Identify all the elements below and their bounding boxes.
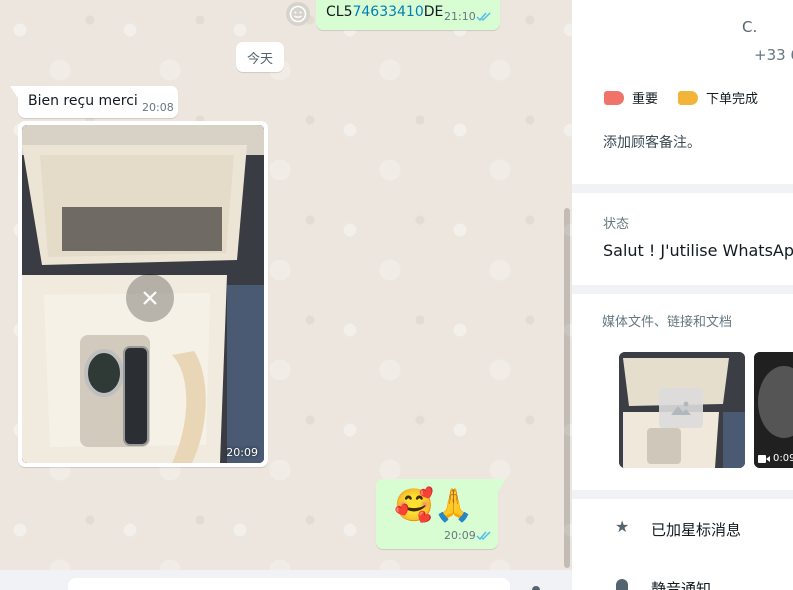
message-time: 21:10	[444, 10, 476, 23]
add-customer-note[interactable]: 添加顾客备注。	[603, 132, 701, 152]
label-text: 重要	[632, 92, 659, 107]
gallery-icon	[659, 388, 703, 428]
double-check-icon	[476, 12, 491, 22]
contact-info-pane: C. +33 6 重要 下单完成 添加顾客备注。 状态 Salut ! J'ut…	[572, 0, 793, 590]
media-section[interactable]: 媒体文件、链接和文档 0:09	[572, 294, 793, 490]
starred-messages-row[interactable]: ★ 已加星标消息	[572, 515, 793, 545]
label-tag-icon	[604, 90, 624, 105]
close-icon	[143, 291, 157, 305]
media-heading: 媒体文件、链接和文档	[602, 315, 733, 330]
label-important[interactable]: 重要	[604, 88, 658, 107]
media-thumbnail[interactable]	[619, 352, 745, 468]
video-badge: 0:09	[758, 453, 793, 464]
message-time: 20:08	[142, 101, 174, 114]
incoming-message[interactable]: Bien reçu merci 20:08	[10, 86, 178, 118]
message-input[interactable]	[68, 578, 510, 590]
incoming-image-message[interactable]: 20:09	[18, 121, 268, 467]
star-icon: ★	[615, 517, 630, 536]
message-emoji: 🥰🙏	[394, 486, 474, 524]
chat-pane: CL574633410DE 21:10 今天 Bien reçu merci 2…	[0, 0, 572, 590]
contact-name: C.	[742, 18, 758, 36]
label-text: 下单完成	[706, 92, 759, 107]
mute-notifications-row[interactable]: 静音通知	[572, 573, 793, 590]
reaction-emoji-button[interactable]	[286, 2, 310, 26]
label-tag-icon	[678, 90, 698, 105]
thumb-drawing	[754, 352, 793, 468]
cancel-download-button[interactable]	[126, 274, 174, 322]
message-text: CL574633410DE	[326, 4, 444, 20]
double-check-icon	[476, 531, 491, 541]
emoji-icon	[289, 5, 307, 23]
label-order-complete[interactable]: 下单完成	[678, 88, 758, 107]
status-heading: 状态	[603, 217, 630, 232]
contact-summary-section: C. +33 6 重要 下单完成 添加顾客备注。	[572, 0, 793, 184]
message-time: 20:09	[226, 446, 258, 459]
options-section: ★ 已加星标消息 静音通知	[572, 499, 793, 590]
status-text: Salut ! J'utilise WhatsApp.	[603, 241, 793, 260]
contact-phone: +33 6	[754, 46, 793, 64]
bell-icon	[616, 579, 628, 590]
status-section: 状态 Salut ! J'utilise WhatsApp.	[572, 193, 793, 285]
outgoing-message-tracking-code[interactable]: CL574633410DE 21:10	[316, 0, 500, 30]
video-duration: 0:09	[773, 453, 793, 464]
message-text: Bien reçu merci	[28, 93, 138, 109]
tracking-link[interactable]: 74633410	[352, 4, 423, 20]
message-time: 20:09	[444, 529, 476, 542]
video-icon	[758, 454, 770, 463]
chat-scrollbar[interactable]	[564, 208, 570, 568]
starred-label: 已加星标消息	[651, 521, 742, 539]
media-thumbnail-video[interactable]: 0:09	[754, 352, 793, 468]
date-divider: 今天	[236, 42, 284, 72]
mute-label: 静音通知	[651, 580, 712, 590]
watch-box-photo[interactable]	[22, 125, 264, 463]
outgoing-emoji-message[interactable]: 🥰🙏 20:09	[376, 479, 506, 549]
mic-icon[interactable]	[532, 586, 540, 590]
